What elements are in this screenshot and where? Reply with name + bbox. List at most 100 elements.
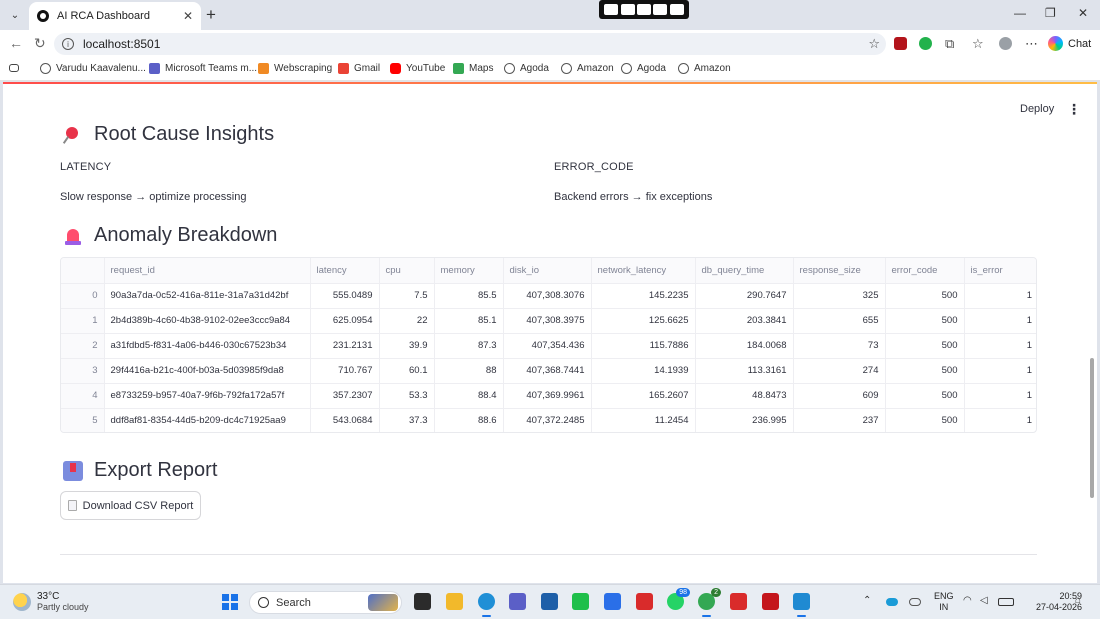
table-cell[interactable]: 500 <box>885 333 965 359</box>
anomaly-dataframe[interactable]: request_id latency cpu memory disk_io ne… <box>60 257 1037 433</box>
onedrive-icon[interactable] <box>886 598 898 606</box>
back-arrow-icon[interactable]: ← <box>9 35 23 51</box>
bookmark-item[interactable]: Varudu Kaavalenu... <box>40 63 146 74</box>
tab-search-chevron-icon[interactable]: ⌄ <box>5 5 25 25</box>
taskbar-search[interactable]: Search <box>249 591 402 614</box>
table-cell[interactable]: e8733259-b957-40a7-9f6b-792fa172a57f <box>104 383 311 409</box>
show-hidden-icons-icon[interactable]: ⌃ <box>863 595 871 606</box>
bookmark-item[interactable]: Agoda <box>621 63 666 74</box>
table-cell[interactable]: 85.1 <box>434 308 504 334</box>
column-header[interactable]: request_id <box>104 258 311 284</box>
extensions-puzzle-icon[interactable]: ⧉ <box>945 36 954 52</box>
table-cell[interactable]: 88 <box>434 358 504 384</box>
table-cell[interactable]: 325 <box>793 283 886 309</box>
main-menu-icon[interactable]: ⋮ <box>1067 101 1081 118</box>
column-header[interactable]: disk_io <box>503 258 592 284</box>
table-cell[interactable]: 625.0954 <box>310 308 380 334</box>
table-cell[interactable]: 90a3a7da-0c52-416a-811e-31a7a31d42bf <box>104 283 311 309</box>
row-index[interactable]: 3 <box>61 358 105 384</box>
column-header[interactable]: cpu <box>379 258 435 284</box>
whatsapp-icon[interactable]: 98 <box>667 588 690 610</box>
table-row[interactable]: 4 e8733259-b957-40a7-9f6b-792fa172a57f 357… <box>61 383 1036 409</box>
table-cell[interactable]: 22 <box>379 308 435 334</box>
table-cell[interactable]: 407,308.3076 <box>503 283 592 309</box>
table-cell[interactable]: 407,368.7441 <box>503 358 592 384</box>
page-scrollbar[interactable] <box>1090 358 1094 498</box>
profile-avatar-icon[interactable] <box>999 37 1012 50</box>
start-windows-icon[interactable] <box>222 594 238 610</box>
bookmark-item[interactable]: Gmail <box>338 63 380 74</box>
table-cell[interactable]: 500 <box>885 283 965 309</box>
camera-icon[interactable] <box>620 4 635 15</box>
table-cell[interactable]: 1 <box>964 333 1036 359</box>
bookmark-item[interactable]: Webscraping <box>258 63 332 74</box>
column-header[interactable]: latency <box>310 258 380 284</box>
table-cell[interactable]: 237 <box>793 408 886 432</box>
table-cell[interactable]: 357.2307 <box>310 383 380 409</box>
restore-icon[interactable]: ❐ <box>1045 6 1056 20</box>
bookmark-star-icon[interactable]: ☆ <box>868 36 880 52</box>
column-header[interactable]: error_code <box>885 258 965 284</box>
table-cell[interactable]: 1 <box>964 408 1036 432</box>
extension-green-plus-icon[interactable] <box>919 37 932 50</box>
table-cell[interactable]: 274 <box>793 358 886 384</box>
table-cell[interactable]: 73 <box>793 333 886 359</box>
table-cell[interactable]: 1 <box>964 308 1036 334</box>
bookmark-item[interactable]: Maps <box>453 63 493 74</box>
teams-app-icon[interactable] <box>509 593 526 610</box>
table-cell[interactable]: 37.3 <box>379 408 435 432</box>
table-row[interactable]: 3 29f4416a-b21c-400f-b03a-5d03985f9da8 710… <box>61 358 1036 384</box>
table-cell[interactable]: 555.0489 <box>310 283 380 309</box>
minimize-icon[interactable]: — <box>1014 6 1026 20</box>
table-cell[interactable]: 407,354.436 <box>503 333 592 359</box>
table-cell[interactable]: 85.5 <box>434 283 504 309</box>
wps-office-icon[interactable] <box>636 593 653 610</box>
table-cell[interactable]: 236.995 <box>695 408 794 432</box>
browser-tab[interactable]: AI RCA Dashboard ✕ <box>29 2 201 30</box>
settings-gear-icon[interactable] <box>669 4 684 15</box>
weather-widget[interactable]: 33°C Partly cloudy <box>13 591 89 613</box>
vscode-icon[interactable] <box>793 593 810 617</box>
bookmark-item[interactable]: Amazon <box>561 63 614 74</box>
row-index[interactable]: 4 <box>61 383 105 409</box>
table-row[interactable]: 0 90a3a7da-0c52-416a-811e-31a7a31d42bf 555… <box>61 283 1036 309</box>
column-header[interactable]: is_error <box>964 258 1036 284</box>
table-cell[interactable]: 609 <box>793 383 886 409</box>
bookmark-item[interactable]: Microsoft Teams m... <box>149 63 257 74</box>
table-cell[interactable]: 88.6 <box>434 408 504 432</box>
table-cell[interactable]: 125.6625 <box>591 308 696 334</box>
reload-icon[interactable]: ↻ <box>34 35 46 52</box>
cloud-icon[interactable] <box>909 598 921 606</box>
table-cell[interactable]: 500 <box>885 358 965 384</box>
tab-close-icon[interactable]: ✕ <box>183 9 193 23</box>
column-header[interactable]: response_size <box>793 258 886 284</box>
table-cell[interactable]: 39.9 <box>379 333 435 359</box>
table-row[interactable]: 2 a31fdbd5-f831-4a06-b446-030c67523b34 231… <box>61 333 1036 359</box>
download-csv-button[interactable]: Download CSV Report <box>60 491 201 520</box>
table-cell[interactable]: 500 <box>885 383 965 409</box>
chrome-icon[interactable]: 2 <box>698 588 721 617</box>
notification-bell-icon[interactable]: ⌂ <box>1075 595 1081 606</box>
column-header[interactable] <box>61 258 105 284</box>
table-cell[interactable]: 184.0068 <box>695 333 794 359</box>
bookmark-item[interactable]: Amazon <box>678 63 731 74</box>
table-cell[interactable]: a31fdbd5-f831-4a06-b446-030c67523b34 <box>104 333 311 359</box>
table-cell[interactable]: 113.3161 <box>695 358 794 384</box>
table-row[interactable]: 5 ddf8af81-8354-44d5-b209-dc4c71925aa9 543… <box>61 408 1036 432</box>
column-header[interactable]: memory <box>434 258 504 284</box>
wifi-icon[interactable]: ◠ <box>963 595 972 606</box>
table-cell[interactable]: 11.2454 <box>591 408 696 432</box>
new-tab-plus-icon[interactable]: + <box>206 5 216 25</box>
language-indicator[interactable]: ENG IN <box>934 591 954 613</box>
table-cell[interactable]: 1 <box>964 358 1036 384</box>
table-cell[interactable]: 655 <box>793 308 886 334</box>
docs-app-icon[interactable] <box>604 593 621 610</box>
tab-actions-icon[interactable] <box>9 63 24 72</box>
extension-red-icon[interactable] <box>894 37 907 50</box>
table-cell[interactable]: 1 <box>964 283 1036 309</box>
wps-icon[interactable] <box>730 593 747 610</box>
column-header[interactable]: db_query_time <box>695 258 794 284</box>
table-cell[interactable]: 87.3 <box>434 333 504 359</box>
menu-dots-icon[interactable]: ⋯ <box>1025 36 1038 52</box>
table-row[interactable]: 1 2b4d389b-4c60-4b38-9102-02ee3ccc9a84 625… <box>61 308 1036 334</box>
